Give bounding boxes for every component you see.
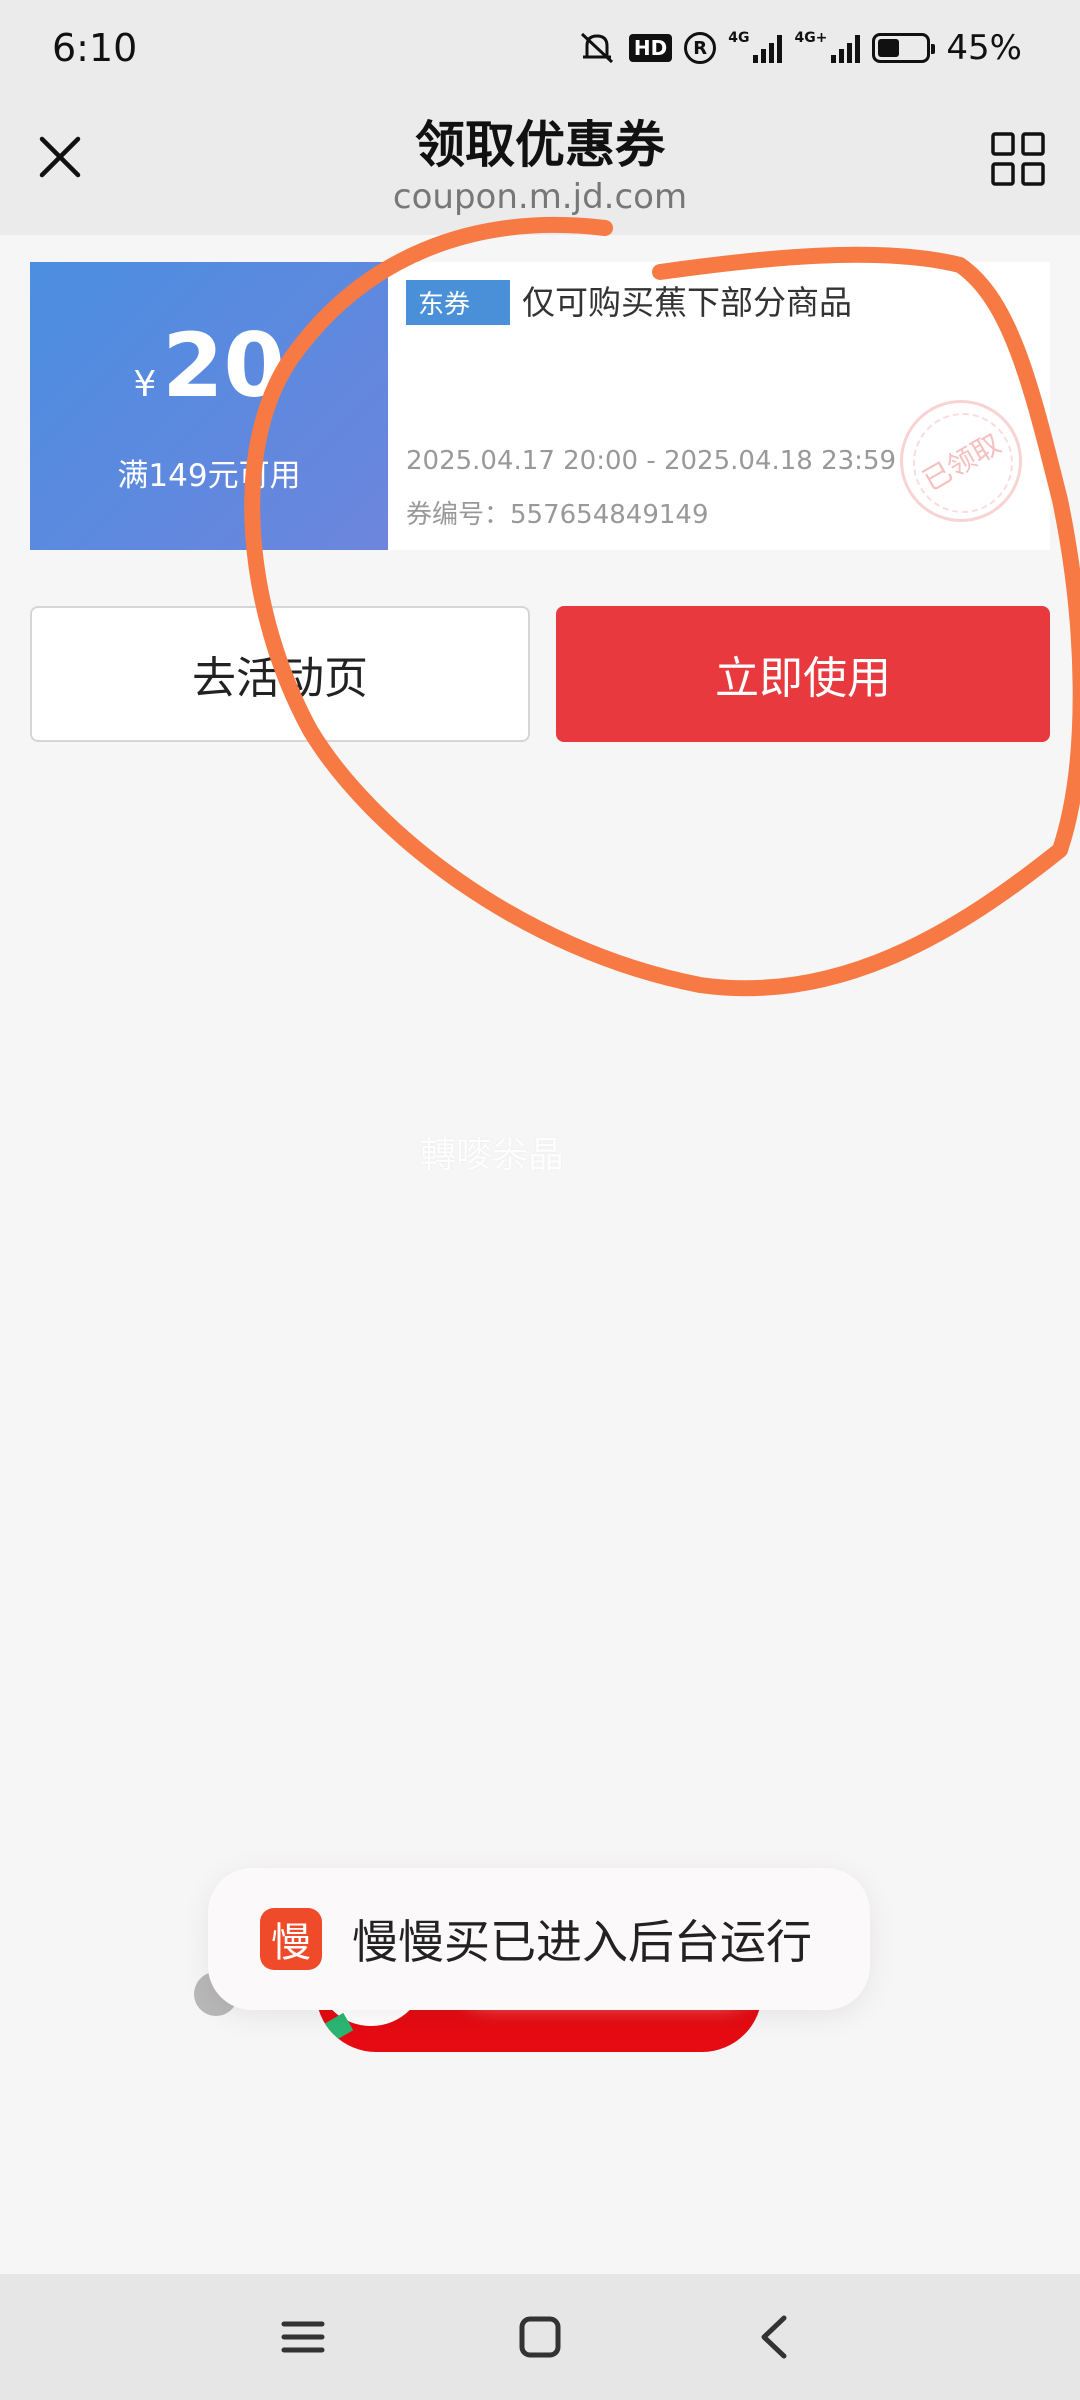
home-button[interactable] <box>507 2304 573 2370</box>
mute-bell-icon <box>577 29 617 67</box>
coupon-amount-value: 20 <box>162 314 285 417</box>
coupon-number: 券编号：557654849149 <box>406 500 709 530</box>
coupon-validity: 2025.04.17 20:00 - 2025.04.18 23:59 <box>406 446 897 476</box>
more-menu-button[interactable] <box>988 129 1048 189</box>
status-time: 6:10 <box>52 26 138 70</box>
battery-fill <box>878 39 900 57</box>
coupon-value-panel: ¥ 20 满149元可用 <box>24 262 388 550</box>
use-now-button[interactable]: 立即使用 <box>556 606 1050 742</box>
battery-percent: 45% <box>946 28 1022 68</box>
watermark: 轉嘜尜晶 <box>420 1135 565 1176</box>
status-icons: HD R 4G 4G+ 45% <box>577 28 1022 68</box>
back-button[interactable] <box>742 2304 808 2370</box>
go-activity-button[interactable]: 去活动页 <box>30 606 530 742</box>
home-icon <box>519 2316 561 2358</box>
network-type-1: 4G <box>728 30 750 46</box>
coupon-type-badge: 东券 <box>406 280 510 325</box>
page-url: coupon.m.jd.com <box>392 177 688 217</box>
screen: 6:10 HD R 4G 4G+ 45% 领取优惠券 coupon.m.jd.c… <box>0 0 1080 2400</box>
coupon-description: 仅可购买蕉下部分商品 <box>522 283 852 322</box>
grid-icon <box>991 132 1045 186</box>
battery-icon <box>872 33 936 63</box>
system-nav-bar <box>0 2274 1080 2400</box>
roaming-icon: R <box>684 32 717 64</box>
coupon-info-panel: 东券 仅可购买蕉下部分商品 2025.04.17 20:00 - 2025.04… <box>388 262 1050 550</box>
toast-message: 慢慢买已进入后台运行 <box>352 1915 812 1969</box>
back-icon <box>761 2315 787 2359</box>
currency-symbol: ¥ <box>133 364 157 405</box>
signal-2-icon <box>831 33 861 63</box>
claimed-stamp: 已领取 <box>900 400 1022 522</box>
coupon-amount: ¥ 20 <box>30 322 388 410</box>
menu-button[interactable] <box>270 2304 336 2370</box>
coupon-card[interactable]: ¥ 20 满149元可用 东券 仅可购买蕉下部分商品 2025.04.17 20… <box>24 262 1050 550</box>
page-title: 领取优惠券 <box>415 116 665 174</box>
menu-icon <box>281 2321 325 2353</box>
status-bar: 6:10 HD R 4G 4G+ 45% <box>0 0 1080 95</box>
signal-1-icon <box>753 33 783 63</box>
page-header: 领取优惠券 coupon.m.jd.com <box>0 95 1080 235</box>
background-toast: 慢 慢慢买已进入后台运行 <box>208 1868 870 2010</box>
hd-voice-icon: HD <box>628 34 673 62</box>
coupon-condition: 满149元可用 <box>117 458 301 494</box>
network-type-2: 4G+ <box>794 30 828 46</box>
app-logo-icon: 慢 <box>260 1908 322 1970</box>
claimed-stamp-text: 已领取 <box>917 427 1007 498</box>
